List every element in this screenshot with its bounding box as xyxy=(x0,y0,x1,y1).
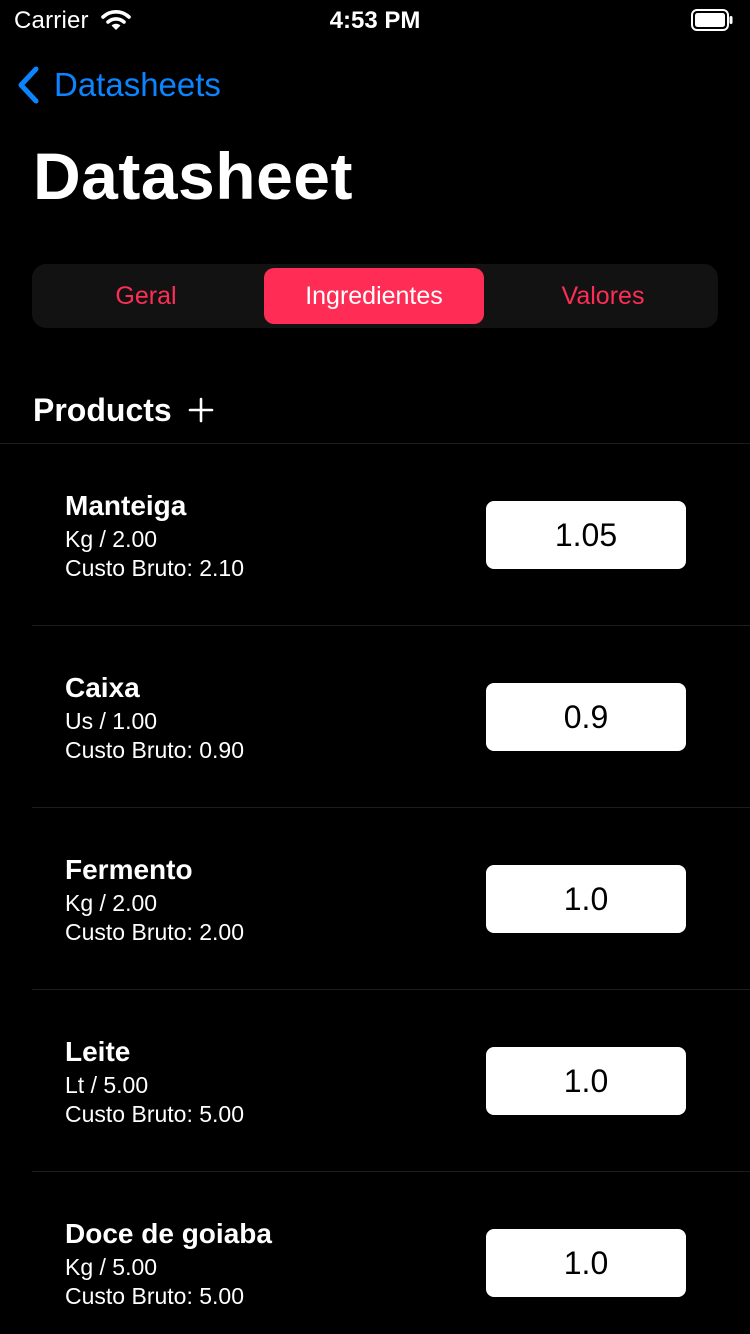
product-quantity-input[interactable] xyxy=(486,501,686,569)
product-unit: Lt / 5.00 xyxy=(65,1072,149,1098)
segment-geral[interactable]: Geral xyxy=(36,268,256,324)
battery-icon xyxy=(691,9,733,31)
back-button-label: Datasheets xyxy=(54,66,221,103)
plus-icon[interactable] xyxy=(188,397,214,423)
segment-valores[interactable]: Valores xyxy=(492,268,714,324)
page-title: Datasheet xyxy=(33,139,353,213)
segment-ingredientes[interactable]: Ingredientes xyxy=(264,268,484,324)
product-quantity-input[interactable] xyxy=(486,1047,686,1115)
products-header: Products xyxy=(33,388,214,432)
product-cost: Custo Bruto: 5.00 xyxy=(65,1283,244,1309)
product-name: Leite xyxy=(65,1036,131,1067)
product-row: Caixa Us / 1.00 Custo Bruto: 0.90 xyxy=(0,626,750,808)
product-name: Manteiga xyxy=(65,490,187,521)
product-quantity-input[interactable] xyxy=(486,1229,686,1297)
status-bar: Carrier 4:53 PM xyxy=(0,0,750,40)
products-title: Products xyxy=(33,391,172,428)
back-button[interactable]: Datasheets xyxy=(16,62,221,108)
chevron-left-icon xyxy=(18,66,39,104)
segmented-control: Geral Ingredientes Valores xyxy=(32,264,718,328)
product-unit: Us / 1.00 xyxy=(65,708,158,734)
product-row: Fermento Kg / 2.00 Custo Bruto: 2.00 xyxy=(0,808,750,990)
product-unit: Kg / 2.00 xyxy=(65,526,158,552)
product-quantity-input[interactable] xyxy=(486,865,686,933)
product-cost: Custo Bruto: 5.00 xyxy=(65,1101,244,1127)
status-time: 4:53 PM xyxy=(329,7,421,34)
product-row: Leite Lt / 5.00 Custo Bruto: 5.00 xyxy=(0,990,750,1172)
product-name: Fermento xyxy=(65,854,193,885)
product-quantity-input[interactable] xyxy=(486,683,686,751)
product-cost: Custo Bruto: 2.00 xyxy=(65,919,244,945)
product-unit: Kg / 5.00 xyxy=(65,1254,158,1280)
product-unit: Kg / 2.00 xyxy=(65,890,158,916)
product-row: Doce de goiaba Kg / 5.00 Custo Bruto: 5.… xyxy=(0,1172,750,1334)
product-cost: Custo Bruto: 2.10 xyxy=(65,555,244,581)
product-name: Caixa xyxy=(65,672,140,703)
product-cost: Custo Bruto: 0.90 xyxy=(65,737,244,763)
product-name: Doce de goiaba xyxy=(65,1218,272,1249)
product-row: Manteiga Kg / 2.00 Custo Bruto: 2.10 xyxy=(0,444,750,626)
